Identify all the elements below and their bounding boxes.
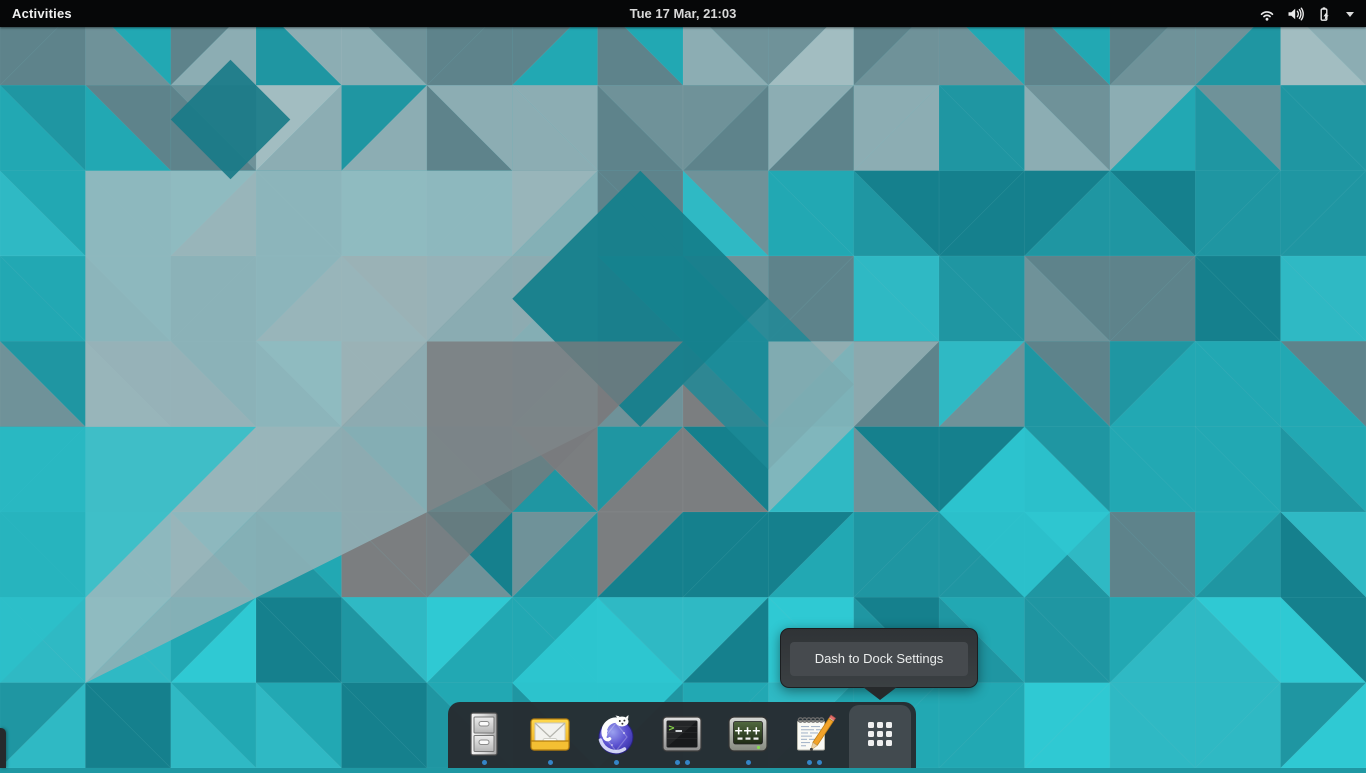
activities-button[interactable]: Activities [12, 6, 72, 21]
dash-to-dock-popup: Dash to Dock Settings [780, 628, 978, 700]
file-cabinet-icon [460, 710, 508, 758]
dock-item-files[interactable] [451, 702, 517, 768]
running-indicator [715, 760, 781, 765]
svg-text:+++: +++ [735, 724, 761, 739]
running-indicator [781, 760, 847, 765]
notepad-pencil-icon [790, 710, 838, 758]
popup-arrow [863, 687, 897, 700]
dock-item-web-browser[interactable] [583, 702, 649, 768]
running-indicator [583, 760, 649, 765]
chevron-down-icon [1344, 6, 1356, 22]
dock-item-mail[interactable] [517, 702, 583, 768]
dock-item-text-editor[interactable] [781, 702, 847, 768]
app-grid-icon [856, 710, 904, 758]
running-indicator [517, 760, 583, 765]
battery-charging-icon [1316, 6, 1332, 22]
top-bar: Activities Tue 17 Mar, 21:03 [0, 0, 1366, 27]
menu-item-dash-to-dock-settings[interactable]: Dash to Dock Settings [790, 642, 968, 676]
system-status-area[interactable] [1259, 0, 1356, 27]
mail-icon [526, 710, 574, 758]
desktop-wallpaper [0, 0, 1366, 768]
dock-item-show-applications[interactable] [847, 702, 913, 768]
browser-globe-icon [592, 710, 640, 758]
dash-to-dock: > +++ [448, 702, 916, 768]
hidden-window-corner [0, 728, 6, 768]
popup-box: Dash to Dock Settings [780, 628, 978, 688]
running-indicator [649, 760, 715, 765]
terminal-icon: > [658, 710, 706, 758]
clock-calendar-button[interactable]: Tue 17 Mar, 21:03 [630, 6, 737, 21]
dock-item-terminal[interactable]: > [649, 702, 715, 768]
running-indicator [451, 760, 517, 765]
svg-text:>: > [669, 723, 675, 734]
volume-icon [1287, 6, 1304, 22]
green-terminal-icon: +++ [724, 710, 772, 758]
dock-item-green-terminal[interactable]: +++ [715, 702, 781, 768]
wifi-icon [1259, 6, 1275, 22]
